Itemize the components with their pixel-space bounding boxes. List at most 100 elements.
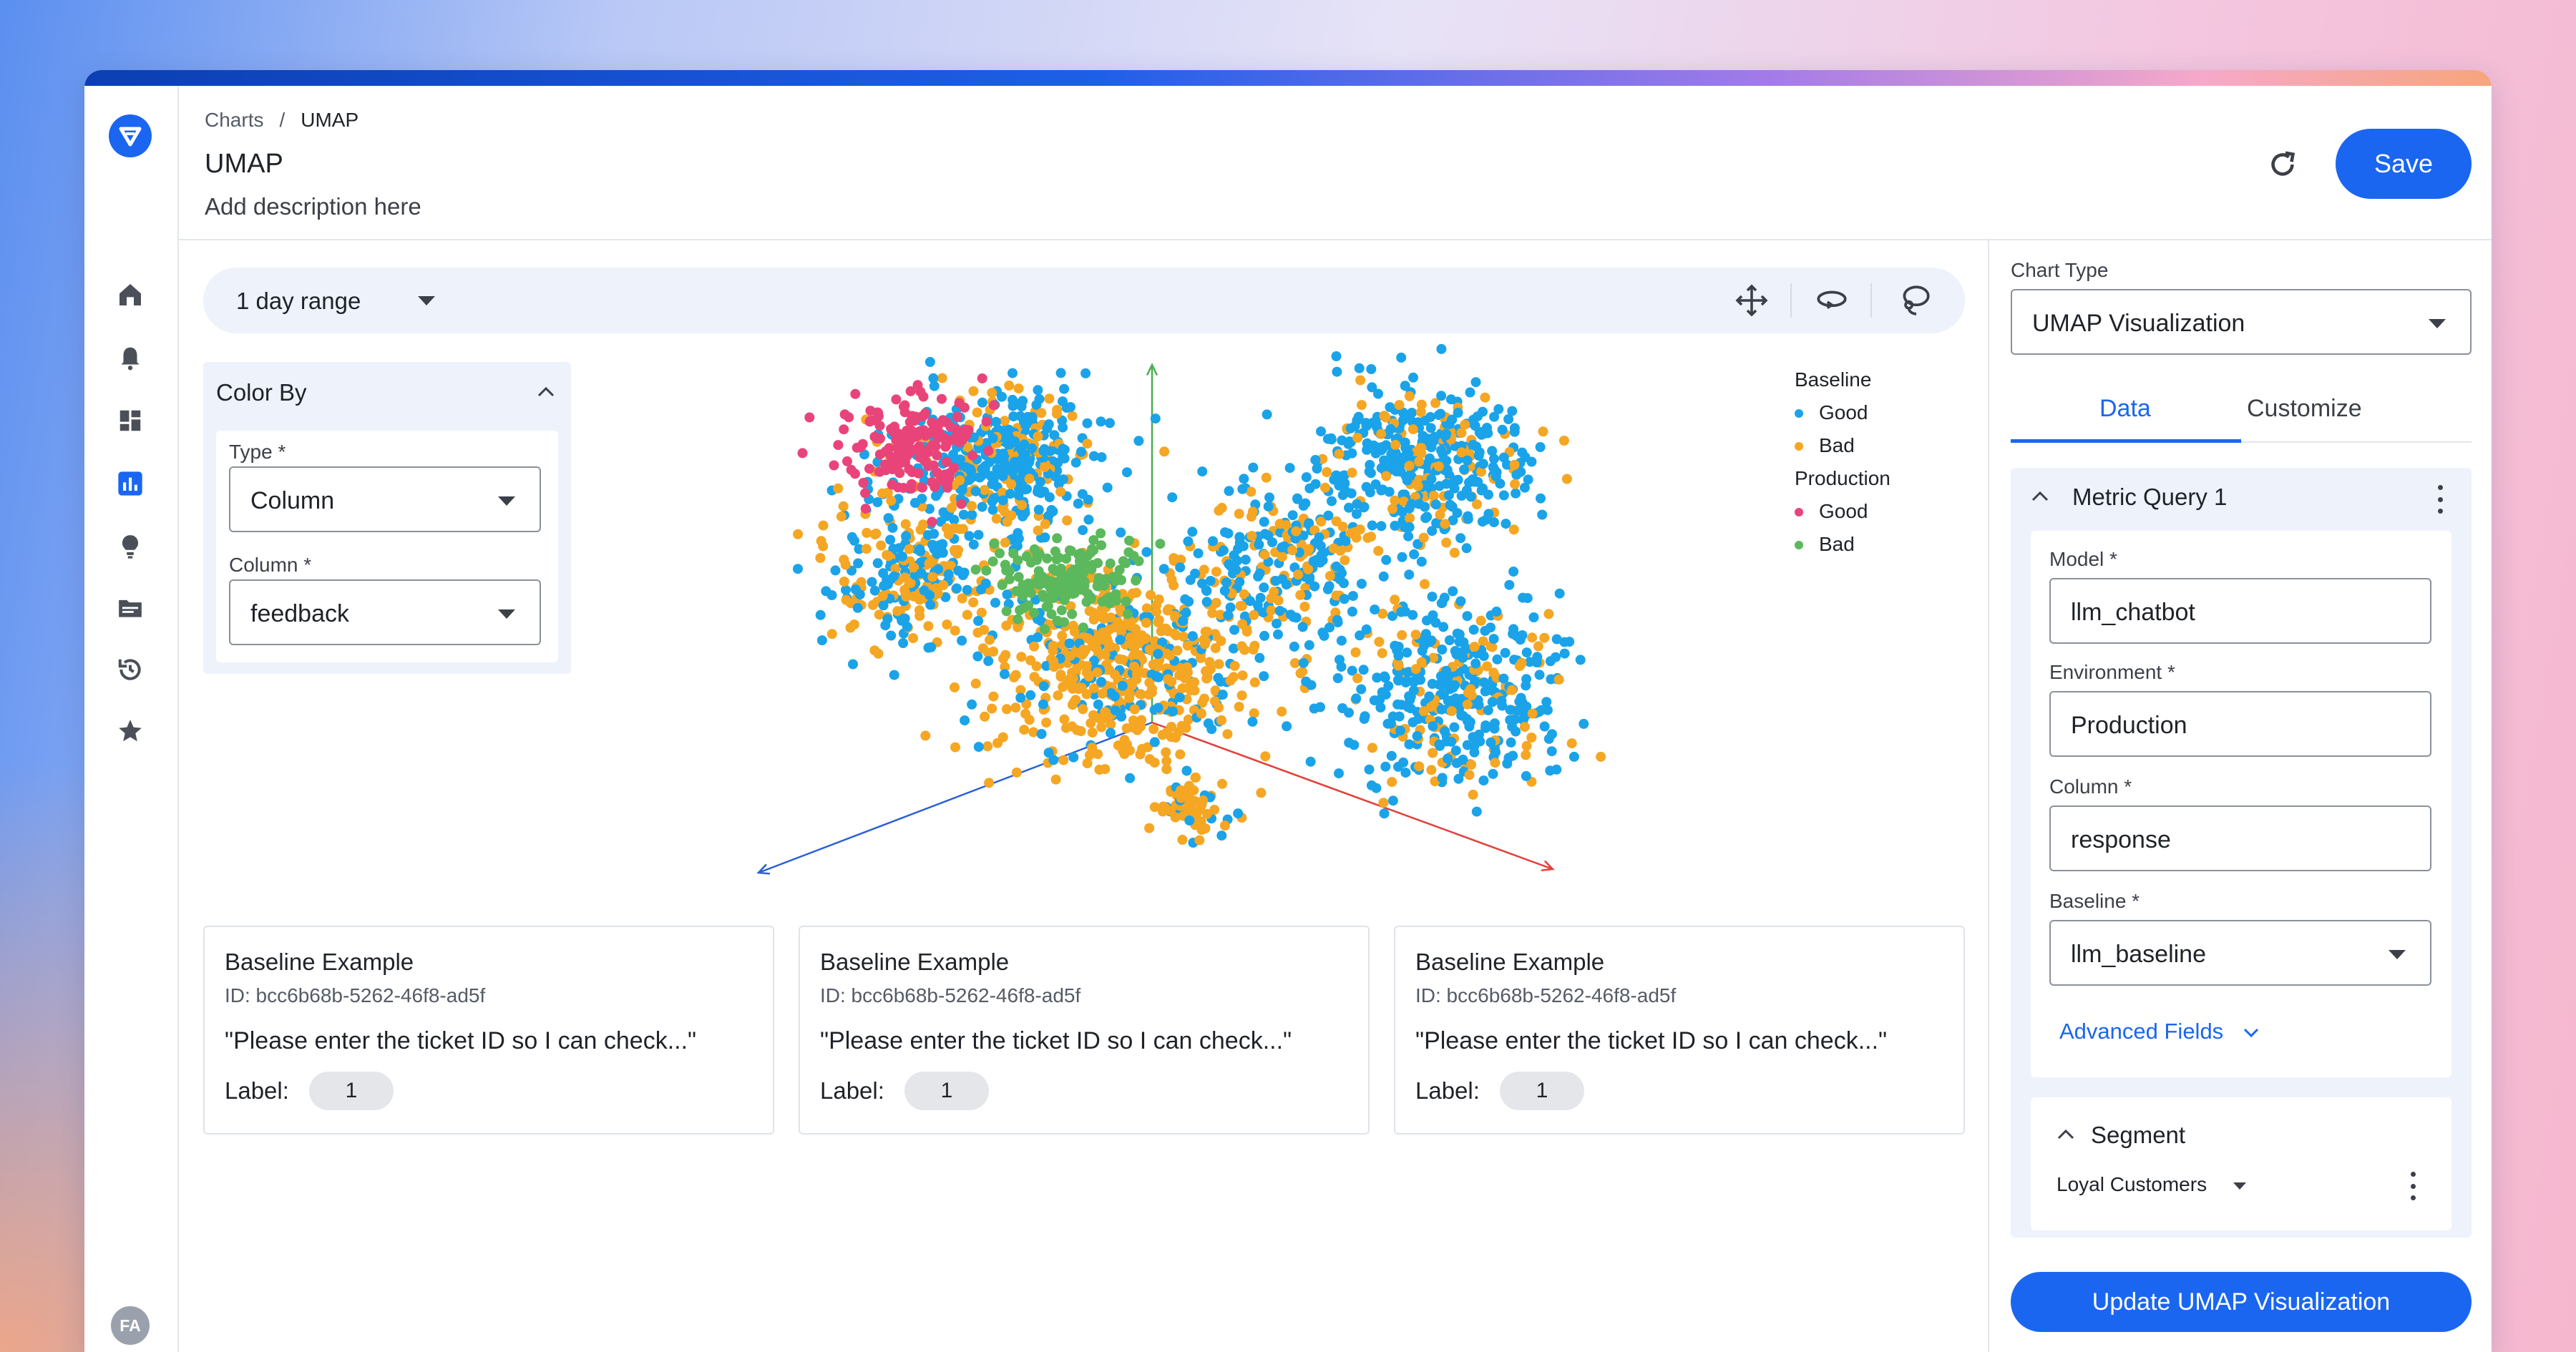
scatter-point	[1478, 775, 1489, 786]
star-icon[interactable]	[113, 714, 147, 748]
scatter-point	[1519, 722, 1530, 733]
model-field[interactable]: llm_chatbot	[2049, 578, 2431, 644]
scatter-point	[1420, 513, 1431, 524]
chevron-up-icon[interactable]	[2031, 489, 2049, 506]
scatter-point	[1065, 650, 1075, 661]
chevron-down-icon[interactable]	[418, 296, 435, 305]
scatter-point	[1175, 669, 1186, 680]
chevron-up-icon[interactable]	[537, 385, 555, 401]
legend-item[interactable]: Good	[1795, 495, 1890, 528]
scatter-point	[1345, 423, 1356, 433]
advanced-fields-link[interactable]: Advanced Fields	[2059, 1019, 2260, 1044]
example-card[interactable]: Baseline Example ID: bcc6b68b-5262-46f8-…	[799, 926, 1370, 1135]
scatter-point	[867, 599, 878, 610]
chart-icon[interactable]	[113, 466, 147, 501]
environment-field[interactable]: Production	[2049, 691, 2431, 757]
scatter-point	[870, 529, 881, 539]
scatter-point	[836, 511, 847, 522]
logo-icon[interactable]	[109, 114, 152, 157]
lightbulb-icon[interactable]	[113, 529, 147, 564]
lasso-icon[interactable]	[1896, 282, 1933, 319]
scatter-point	[1491, 607, 1502, 617]
update-umap-button[interactable]: Update UMAP Visualization	[2011, 1272, 2472, 1332]
kebab-icon[interactable]	[2410, 1172, 2416, 1200]
rotate-icon[interactable]	[1813, 282, 1850, 319]
scatter-point	[973, 529, 984, 540]
scatter-point	[1511, 469, 1522, 480]
scatter-point	[1395, 725, 1405, 736]
scatter-point	[1068, 673, 1078, 684]
scatter-point	[1459, 464, 1469, 475]
scatter-point	[1553, 674, 1564, 685]
user-avatar[interactable]: FA	[111, 1306, 150, 1345]
scatter-point	[977, 501, 987, 512]
folder-icon[interactable]	[113, 591, 147, 625]
home-icon[interactable]	[113, 278, 147, 312]
scatter-point	[977, 373, 987, 383]
scatter-point	[1407, 717, 1418, 728]
chevron-up-icon[interactable]	[2057, 1127, 2075, 1144]
baseline-select[interactable]: llm_baseline	[2049, 920, 2431, 986]
scatter-point	[1131, 575, 1141, 586]
type-select[interactable]: Column	[229, 466, 541, 532]
scatter-point	[1113, 617, 1123, 627]
scatter-point	[1415, 407, 1426, 418]
column-select[interactable]: feedback	[229, 579, 541, 645]
segment-select[interactable]: Loyal Customers	[2057, 1173, 2248, 1196]
scatter-point	[1109, 691, 1120, 702]
scatter-point	[1351, 693, 1362, 704]
kebab-icon[interactable]	[2437, 485, 2443, 514]
tab-customize[interactable]: Customize	[2247, 395, 2362, 423]
breadcrumb-separator: /	[279, 109, 286, 131]
column-field[interactable]: response	[2049, 805, 2431, 871]
scatter-point	[1436, 704, 1447, 715]
scatter-point	[1185, 574, 1196, 585]
bell-icon[interactable]	[113, 341, 147, 375]
scatter-point	[1036, 408, 1047, 418]
breadcrumb-parent[interactable]: Charts	[205, 109, 263, 132]
scatter-point	[988, 400, 999, 411]
scatter-point	[1017, 500, 1028, 511]
chart-type-select[interactable]: UMAP Visualization	[2011, 289, 2472, 355]
legend-item[interactable]: Bad	[1795, 429, 1890, 462]
scatter-point	[917, 482, 927, 493]
scatter-point	[977, 464, 987, 475]
scatter-point	[1324, 571, 1335, 582]
legend-item[interactable]: Bad	[1795, 528, 1890, 561]
umap-scatter-chart[interactable]	[737, 336, 1703, 894]
scatter-point	[1087, 728, 1098, 738]
pan-icon[interactable]	[1733, 282, 1770, 319]
scatter-point	[935, 430, 946, 441]
scatter-point	[1448, 586, 1458, 597]
scatter-point	[1336, 635, 1347, 646]
page-title[interactable]: UMAP	[205, 149, 283, 180]
legend-item[interactable]: Good	[1795, 396, 1890, 429]
scatter-point	[1236, 641, 1247, 652]
scatter-point	[1145, 589, 1156, 600]
legend-group-production: Production	[1795, 467, 1890, 489]
scatter-point	[1085, 547, 1096, 558]
scatter-point	[1004, 381, 1015, 391]
save-button[interactable]: Save	[2336, 129, 2472, 199]
example-card[interactable]: Baseline Example ID: bcc6b68b-5262-46f8-…	[1394, 926, 1965, 1135]
scatter-point	[860, 488, 871, 499]
model-value: llm_chatbot	[2071, 599, 2195, 626]
page-description[interactable]: Add description here	[205, 193, 421, 220]
scatter-point	[1446, 736, 1457, 747]
example-card[interactable]: Baseline Example ID: bcc6b68b-5262-46f8-…	[203, 926, 774, 1135]
scatter-point	[1485, 622, 1496, 633]
scatter-point	[1247, 716, 1258, 727]
scatter-point	[1473, 451, 1484, 461]
time-range-select[interactable]: 1 day range	[236, 288, 361, 315]
scatter-point	[1298, 657, 1309, 668]
scatter-point	[964, 531, 975, 542]
scatter-point	[864, 464, 874, 474]
scatter-point	[1435, 509, 1445, 520]
refresh-icon[interactable]	[2263, 144, 2303, 185]
dashboard-icon[interactable]	[113, 403, 147, 438]
scatter-point	[1314, 532, 1324, 543]
scatter-point	[1480, 392, 1491, 403]
tab-data[interactable]: Data	[2099, 395, 2151, 423]
scatter-point	[987, 433, 998, 444]
history-icon[interactable]	[113, 652, 147, 687]
